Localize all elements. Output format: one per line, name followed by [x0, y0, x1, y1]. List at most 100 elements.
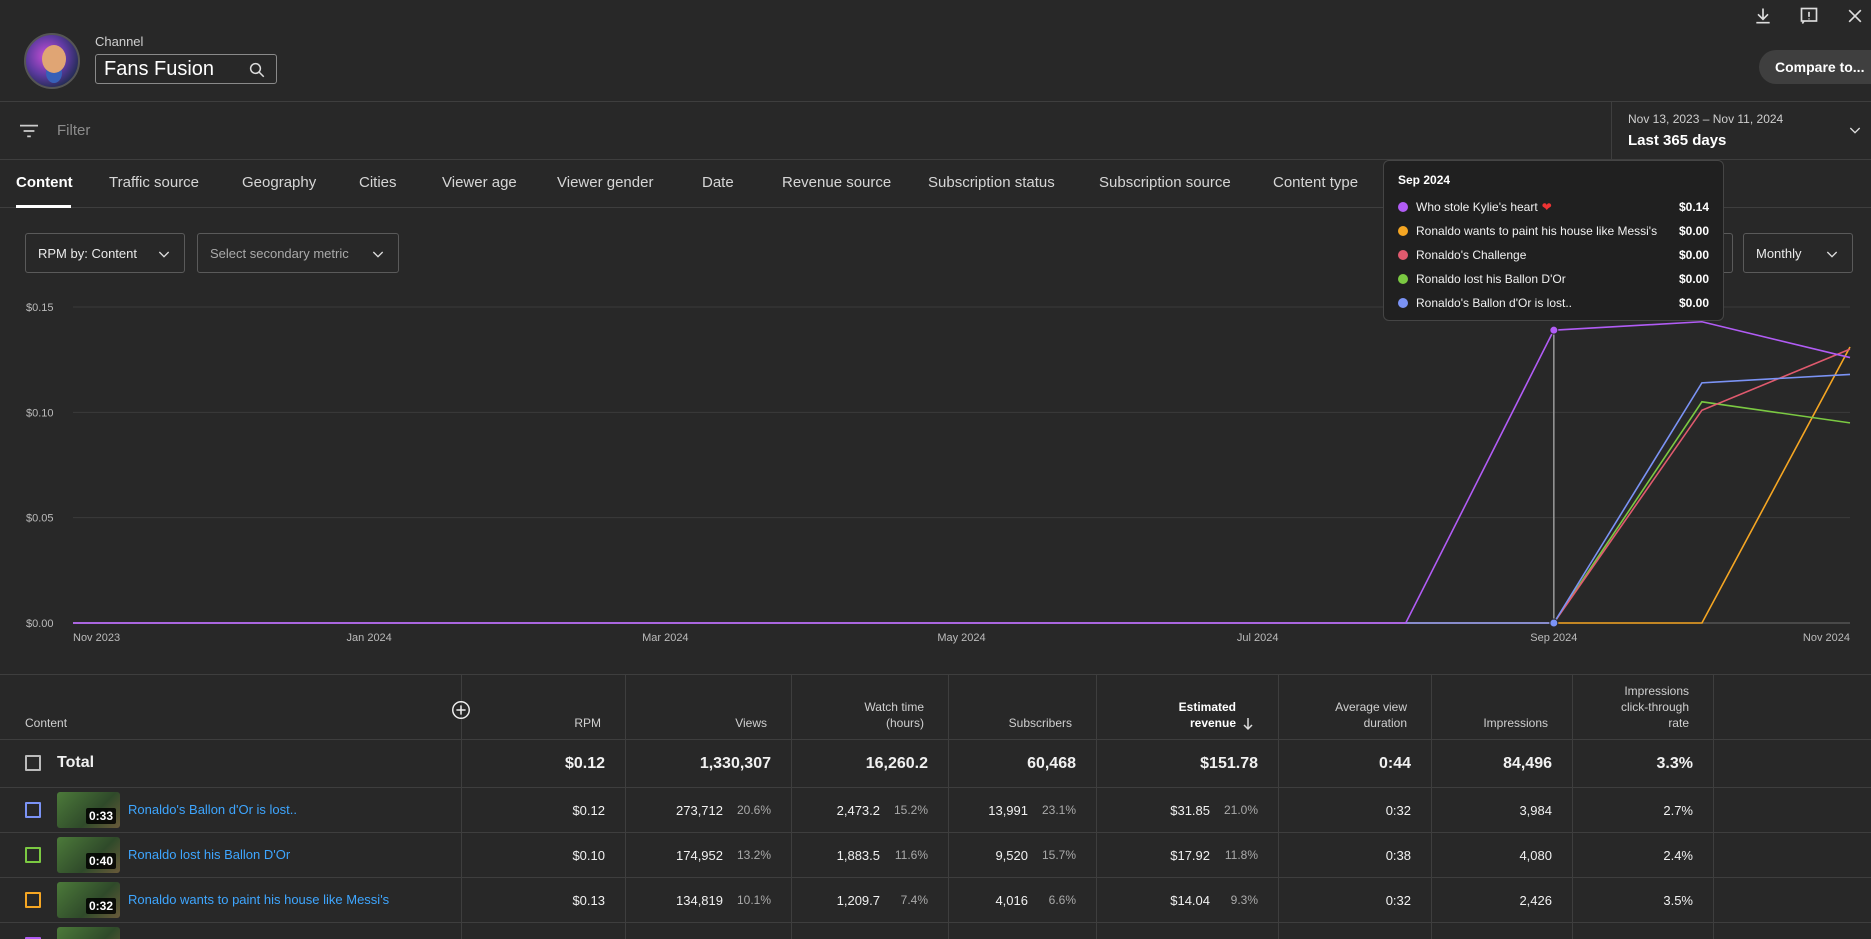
tab-geography[interactable]: Geography — [242, 174, 316, 191]
header-rpm[interactable]: RPM — [462, 675, 626, 739]
cell-avd: 0:32 — [1279, 878, 1432, 922]
total-avd: 0:44 — [1279, 740, 1432, 787]
tooltip-row: Ronaldo lost his Ballon D'Or $0.00 — [1398, 267, 1709, 291]
channel-label: Channel — [95, 34, 144, 49]
row-checkbox[interactable] — [25, 802, 41, 818]
cell-watch: 632.03.9% — [792, 923, 949, 939]
table-row[interactable]: 0:40 Ronaldo lost his Ballon D'Or $0.10 174… — [0, 832, 1871, 877]
hover-point — [1549, 325, 1559, 335]
header-revenue-line1: Estimated — [1178, 700, 1236, 714]
chevron-down-icon — [372, 251, 384, 258]
header-views[interactable]: Views — [626, 675, 792, 739]
header-subscribers[interactable]: Subscribers — [949, 675, 1097, 739]
video-thumbnail[interactable]: 0:40 — [57, 837, 120, 873]
cell-watch: 1,883.5 11.6% — [792, 833, 949, 877]
channel-selector[interactable]: Fans Fusion — [95, 54, 277, 84]
cell-percent: 15.7% — [1041, 848, 1076, 862]
x-tick-label: Nov 2023 — [73, 632, 120, 644]
cell-value: $17.92 — [1170, 847, 1210, 863]
y-tick-label: $0.15 — [26, 302, 54, 314]
video-title-link[interactable]: Ronaldo lost his Ballon D'Or — [128, 847, 290, 862]
table-row[interactable]: 0:27Who stole Kylie's heart$0.1480,7616.… — [0, 922, 1871, 939]
cell-value: 4,080 — [1519, 847, 1552, 863]
cell-watch: 2,473.2 15.2% — [792, 788, 949, 832]
date-range-picker[interactable]: Nov 13, 2023 – Nov 11, 2024 Last 365 day… — [1611, 102, 1871, 160]
channel-avatar — [24, 33, 80, 89]
tab-date[interactable]: Date — [702, 174, 734, 191]
cell-percent: 11.6% — [894, 848, 928, 862]
header-content-label: Content — [25, 716, 68, 730]
tab-viewer-gender[interactable]: Viewer gender — [557, 174, 653, 191]
table-row[interactable]: 0:32 Ronaldo wants to paint his house lik… — [0, 877, 1871, 922]
header-watch-time[interactable]: Watch time (hours) — [792, 675, 949, 739]
channel-header: Channel Fans Fusion Compare to... — [0, 0, 1871, 102]
x-tick-label: Jan 2024 — [347, 632, 392, 644]
tooltip-series-name: Ronaldo wants to paint his house like Me… — [1416, 224, 1658, 238]
tooltip-row: Ronaldo's Ballon d'Or is lost.. $0.00 — [1398, 291, 1709, 315]
tab-content[interactable]: Content — [16, 174, 73, 191]
cell-value: 3.5% — [1663, 892, 1693, 908]
tooltip-series-value: $0.00 — [1678, 224, 1709, 238]
tooltip-row: Ronaldo wants to paint his house like Me… — [1398, 219, 1709, 243]
header-avg-view-duration[interactable]: Average view duration — [1279, 675, 1432, 739]
cell-rpm: $0.12 — [462, 788, 626, 832]
cell-avd: 0:32 — [1279, 788, 1432, 832]
close-icon[interactable] — [1841, 2, 1869, 30]
cell-percent: 7.4% — [900, 893, 928, 907]
y-tick-label: $0.10 — [26, 407, 54, 419]
cell-value: $0.13 — [572, 892, 605, 908]
series-color-dot — [1398, 226, 1408, 236]
tab-content-type[interactable]: Content type — [1273, 174, 1358, 191]
filter-input[interactable]: Filter — [57, 122, 90, 139]
tab-traffic-source[interactable]: Traffic source — [109, 174, 199, 191]
x-tick-label: Jul 2024 — [1237, 632, 1279, 644]
row-checkbox[interactable] — [25, 847, 41, 863]
header-estimated-revenue[interactable]: Estimated revenue — [1097, 675, 1279, 739]
tab-cities[interactable]: Cities — [359, 174, 397, 191]
cell-value: 174,952 — [676, 847, 723, 863]
video-thumbnail[interactable]: 0:32 — [57, 882, 120, 918]
tab-viewer-age[interactable]: Viewer age — [442, 174, 517, 191]
cell-value: 13,991 — [988, 802, 1028, 818]
cell-ctr: 3.5% — [1573, 878, 1714, 922]
primary-metric-select[interactable]: RPM by: Content — [25, 233, 185, 273]
search-icon[interactable] — [248, 61, 266, 79]
table-row[interactable]: 0:33 Ronaldo's Ballon d'Or is lost.. $0.12… — [0, 787, 1871, 832]
secondary-metric-select[interactable]: Select secondary metric — [197, 233, 399, 273]
tab-subscription-status[interactable]: Subscription status — [928, 174, 1055, 191]
cell-value: 1,883.5 — [836, 847, 880, 863]
video-title-link[interactable]: Ronaldo wants to paint his house like Me… — [128, 892, 389, 907]
interval-select[interactable]: Monthly — [1743, 233, 1853, 273]
table-row-total: Total $0.12 1,330,307 16,260.2 60,468 $1… — [0, 739, 1871, 787]
date-range-label: Last 365 days — [1628, 132, 1727, 149]
chart-svg: $0.15 $0.10 $0.05 $0.00 Nov 2023 Jan 2024 Mar … — [26, 302, 1851, 644]
video-duration: 0:40 — [85, 853, 116, 869]
header-ctr-line2: click-through — [1620, 700, 1689, 714]
tab-subscription-source[interactable]: Subscription source — [1099, 174, 1231, 191]
date-range-dates: Nov 13, 2023 – Nov 11, 2024 — [1628, 112, 1784, 126]
interval-label: Monthly — [1756, 245, 1802, 261]
header-subscribers-label: Subscribers — [1008, 716, 1072, 730]
compare-button[interactable]: Compare to... — [1759, 50, 1871, 84]
chevron-down-icon — [1826, 251, 1838, 258]
cell-value: 134,819 — [676, 892, 723, 908]
tab-revenue-source[interactable]: Revenue source — [782, 174, 891, 191]
download-icon[interactable] — [1749, 2, 1777, 30]
chevron-down-icon — [1849, 127, 1861, 134]
total-views: 1,330,307 — [626, 740, 792, 787]
row-checkbox[interactable] — [25, 892, 41, 908]
filter-icon[interactable] — [18, 122, 40, 140]
cell-percent: 6.6% — [1048, 893, 1076, 907]
header-views-label: Views — [735, 716, 767, 730]
header-ctr[interactable]: Impressions click-through rate — [1573, 675, 1714, 739]
video-thumbnail[interactable]: 0:27 — [57, 927, 120, 939]
heart-icon: ❤ — [1541, 200, 1552, 214]
video-thumbnail[interactable]: 0:33 — [57, 792, 120, 828]
video-title-link[interactable]: Ronaldo's Ballon d'Or is lost.. — [128, 802, 297, 817]
y-tick-label: $0.00 — [26, 618, 54, 630]
secondary-metric-label: Select secondary metric — [210, 245, 349, 261]
cell-views: 273,712 20.6% — [626, 788, 792, 832]
header-impressions[interactable]: Impressions — [1432, 675, 1573, 739]
header-impressions-label: Impressions — [1483, 716, 1548, 730]
feedback-icon[interactable] — [1795, 2, 1823, 30]
